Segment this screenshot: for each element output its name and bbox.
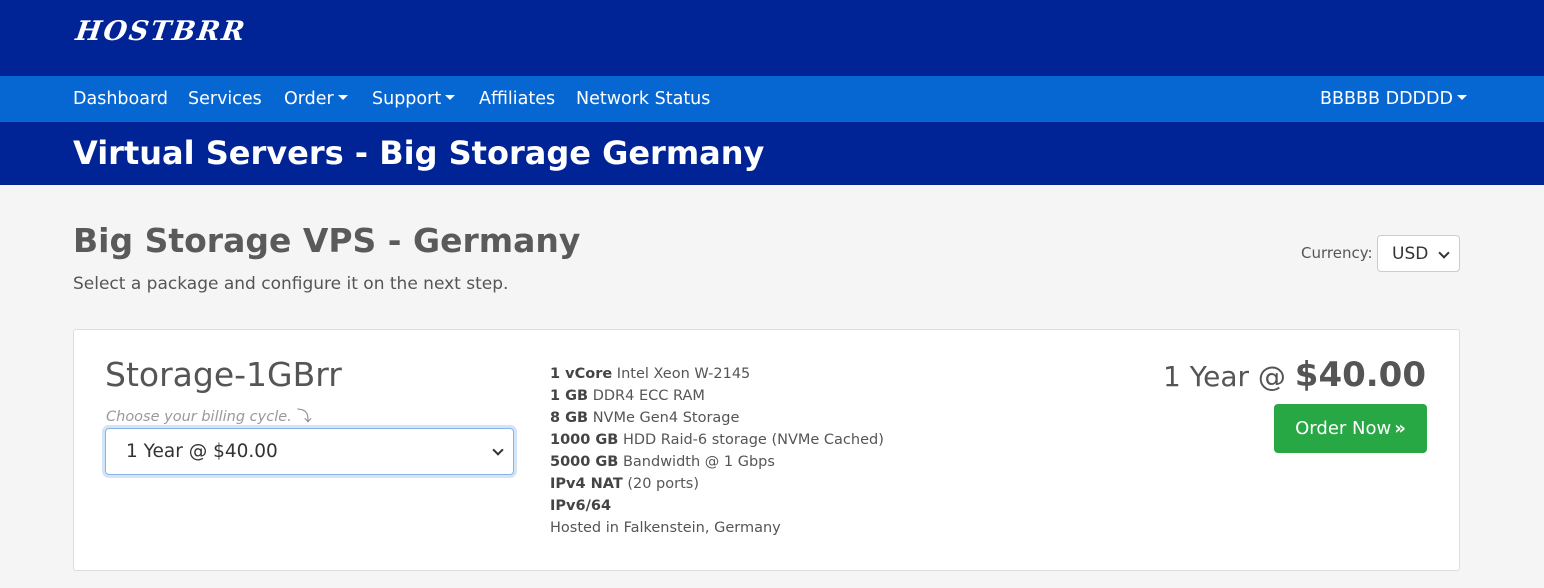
feature-item: IPv6/64 bbox=[550, 498, 612, 514]
nav-network-status-label: Network Status bbox=[576, 89, 711, 109]
feature-item: IPv4 NAT (20 ports) bbox=[550, 476, 699, 492]
brand-logo[interactable]: HOSTBRR bbox=[74, 16, 249, 47]
nav-dashboard[interactable]: Dashboard bbox=[73, 76, 168, 122]
chevron-down-icon bbox=[492, 444, 504, 456]
nav-affiliates[interactable]: Affiliates bbox=[479, 76, 555, 122]
package-features: 1 vCore Intel Xeon W-2145 1 GB DDR4 ECC … bbox=[550, 363, 884, 539]
product-group-title: Big Storage VPS - Germany bbox=[73, 221, 581, 260]
nav-dashboard-label: Dashboard bbox=[73, 89, 168, 109]
caret-down-icon bbox=[337, 95, 348, 100]
nav-order[interactable]: Order bbox=[284, 76, 348, 122]
billing-cycle-select[interactable]: 1 Year @ $40.00 bbox=[105, 428, 514, 475]
product-group-subtitle: Select a package and configure it on the… bbox=[73, 274, 509, 294]
feature-item: 1 GB DDR4 ECC RAM bbox=[550, 388, 705, 404]
chevron-down-icon bbox=[1438, 247, 1450, 259]
nav-services[interactable]: Services bbox=[188, 76, 262, 122]
feature-item: Hosted in Falkenstein, Germany bbox=[550, 520, 781, 536]
package-price: 1 Year @ $40.00 bbox=[1163, 355, 1426, 395]
nav-support-label: Support bbox=[372, 89, 442, 109]
double-chevron-right-icon: » bbox=[1394, 418, 1406, 439]
page-header: Virtual Servers - Big Storage Germany bbox=[0, 122, 1544, 185]
nav-order-label: Order bbox=[284, 89, 334, 109]
order-now-label: Order Now bbox=[1295, 418, 1392, 439]
curved-arrow-down-icon: ⤵ bbox=[296, 407, 312, 425]
caret-down-icon bbox=[445, 95, 456, 100]
order-now-button[interactable]: Order Now» bbox=[1274, 404, 1427, 453]
nav-services-label: Services bbox=[188, 89, 262, 109]
feature-item: 8 GB NVMe Gen4 Storage bbox=[550, 410, 740, 426]
billing-hint: Choose your billing cycle. ⤵ bbox=[106, 405, 312, 426]
currency-select[interactable]: USD bbox=[1377, 235, 1460, 272]
feature-item: 1000 GB HDD Raid-6 storage (NVMe Cached) bbox=[550, 432, 884, 448]
feature-item: 5000 GB Bandwidth @ 1 Gbps bbox=[550, 454, 775, 470]
currency-selected-value: USD bbox=[1392, 244, 1429, 264]
top-header: HOSTBRR bbox=[0, 0, 1544, 76]
price-cycle: 1 Year @ bbox=[1163, 360, 1295, 393]
user-menu[interactable]: BBBBB DDDDD bbox=[1320, 76, 1467, 122]
currency-label: Currency: bbox=[1301, 244, 1373, 262]
nav-support[interactable]: Support bbox=[372, 76, 456, 122]
nav-affiliates-label: Affiliates bbox=[479, 89, 556, 109]
billing-cycle-value: 1 Year @ $40.00 bbox=[126, 441, 278, 462]
user-menu-label: BBBBB DDDDD bbox=[1320, 89, 1453, 109]
feature-item: 1 vCore Intel Xeon W-2145 bbox=[550, 366, 751, 382]
billing-hint-text: Choose your billing cycle. bbox=[106, 409, 292, 425]
nav-network-status[interactable]: Network Status bbox=[576, 76, 710, 122]
page-title: Virtual Servers - Big Storage Germany bbox=[73, 134, 765, 172]
main-nav: Dashboard Services Order Support Affilia… bbox=[0, 76, 1544, 122]
package-name: Storage-1GBrr bbox=[105, 355, 342, 394]
price-amount: $40.00 bbox=[1294, 355, 1426, 395]
caret-down-icon bbox=[1456, 95, 1467, 100]
